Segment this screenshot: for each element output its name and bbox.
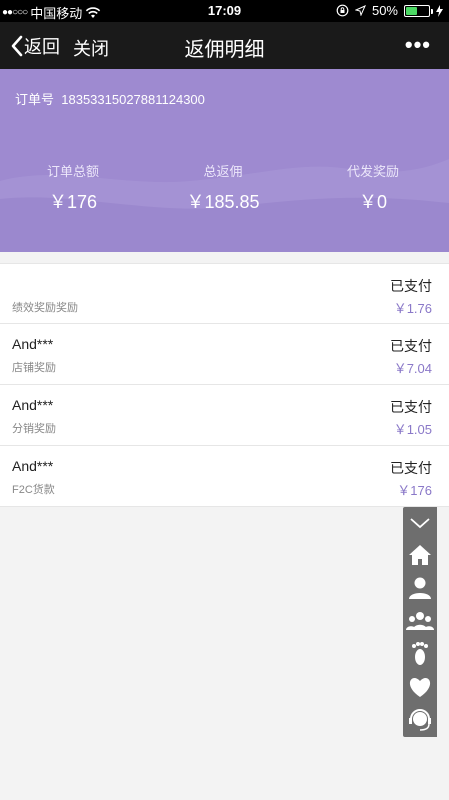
row-amount: ￥7.04 [393, 361, 432, 376]
stat-value: ￥185.85 [186, 192, 260, 212]
user-icon[interactable] [403, 572, 437, 604]
nav-bar: 返回 关闭 返佣明细 ••• [0, 22, 449, 69]
row-status: 已支付 [390, 460, 432, 476]
list-item[interactable]: 绩效奖励奖励 已支付 ￥1.76 [0, 263, 449, 324]
row-user: And*** [12, 397, 54, 413]
float-menu [403, 507, 437, 737]
row-status: 已支付 [390, 278, 432, 294]
row-amount: ￥176 [397, 483, 432, 498]
stat-label: 代发奖励 [346, 164, 399, 179]
list-item[interactable]: And*** 店铺奖励 已支付 ￥7.04 [0, 324, 449, 385]
order-label: 订单号 [15, 92, 55, 107]
rebate-list: 绩效奖励奖励 已支付 ￥1.76 And*** 店铺奖励 已支付 ￥7.04 A… [0, 263, 449, 507]
row-amount: ￥1.76 [393, 301, 432, 316]
row-user: And*** [12, 336, 54, 352]
stat-proxy-reward: 代发奖励 ￥0 [298, 161, 448, 214]
battery-icon [404, 4, 433, 17]
stat-label: 总返佣 [203, 164, 243, 179]
order-number: 订单号 18353315027881124300 [15, 89, 205, 108]
list-item[interactable]: And*** F2C货款 已支付 ￥176 [0, 446, 449, 507]
stat-order-total: 订单总额 ￥176 [0, 161, 148, 214]
collapse-icon[interactable] [403, 507, 437, 539]
support-icon[interactable] [403, 704, 437, 736]
location-icon [354, 5, 366, 16]
row-type: 绩效奖励奖励 [12, 302, 78, 314]
row-type: 分销奖励 [12, 423, 56, 435]
group-icon[interactable] [403, 605, 437, 637]
stat-value: ￥0 [358, 192, 387, 212]
status-bar: ●●○○○ 中国移动 17:09 50% [0, 0, 449, 22]
orientation-lock-icon [336, 4, 349, 17]
order-value: 18353315027881124300 [61, 92, 205, 107]
row-type: F2C货款 [12, 484, 55, 496]
stat-value: ￥176 [48, 192, 98, 212]
charging-icon [436, 4, 443, 17]
row-status: 已支付 [390, 399, 432, 415]
battery-level [406, 6, 417, 15]
stat-total-rebate: 总返佣 ￥185.85 [148, 161, 298, 214]
footprint-icon[interactable] [403, 638, 437, 670]
home-icon[interactable] [403, 539, 437, 571]
stat-label: 订单总额 [46, 164, 99, 179]
list-item[interactable]: And*** 分销奖励 已支付 ￥1.05 [0, 385, 449, 446]
summary-panel: 订单号 18353315027881124300 订单总额 ￥176 总返佣 ￥… [0, 69, 449, 252]
heart-icon[interactable] [403, 671, 437, 703]
row-user: And*** [12, 458, 54, 474]
row-amount: ￥1.05 [393, 422, 432, 437]
row-type: 店铺奖励 [12, 362, 56, 374]
page-title: 返佣明细 [184, 39, 265, 61]
more-button[interactable]: ••• [405, 32, 431, 58]
row-status: 已支付 [390, 338, 432, 354]
status-right: 50% [336, 3, 443, 18]
battery-percent: 50% [371, 3, 398, 18]
